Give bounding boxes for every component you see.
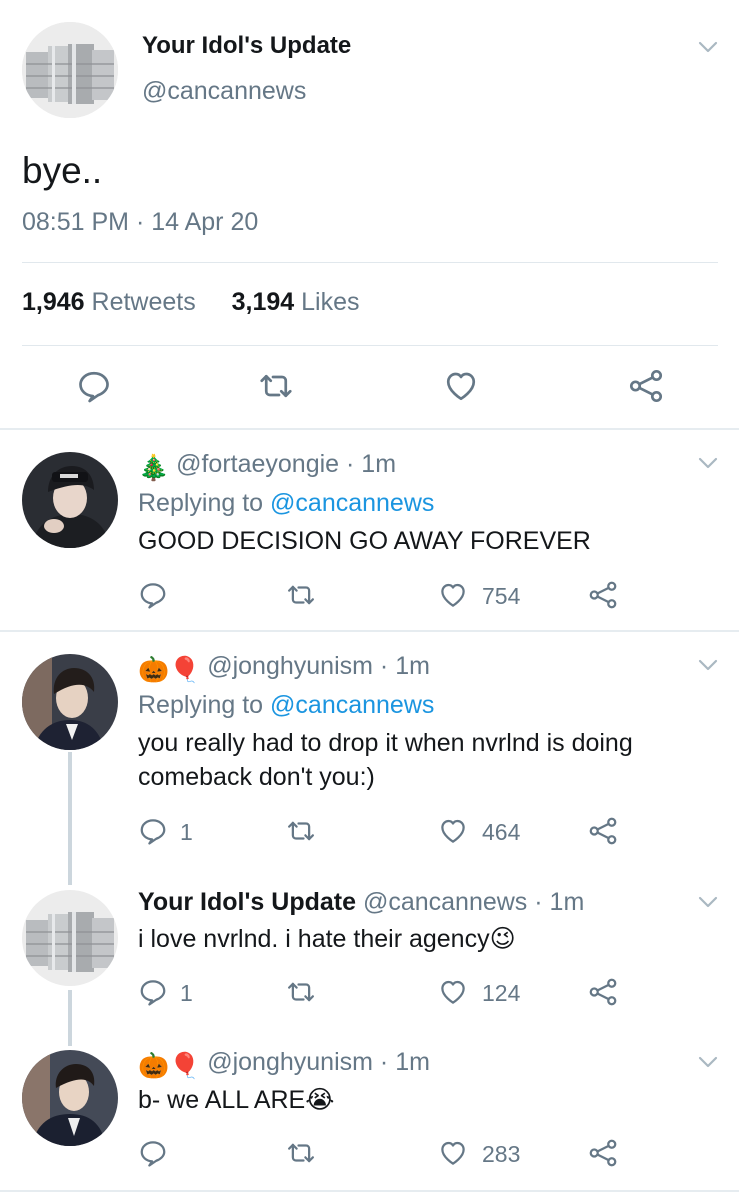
- reply-icon[interactable]: [138, 580, 168, 610]
- avatar[interactable]: [22, 1050, 118, 1146]
- avatar[interactable]: [22, 452, 118, 548]
- avatar[interactable]: [22, 22, 118, 118]
- likes-label[interactable]: Likes: [301, 288, 359, 316]
- thread-line: [68, 990, 72, 1046]
- chevron-down-icon[interactable]: [698, 456, 718, 470]
- retweet-icon[interactable]: [258, 368, 294, 404]
- retweet-icon[interactable]: [286, 1138, 316, 1168]
- handle[interactable]: @jonghyunism: [207, 1048, 373, 1076]
- like-icon[interactable]: [438, 977, 468, 1007]
- tweet-text: GOOD DECISION GO AWAY FOREVER: [138, 527, 591, 555]
- tweet-text-line: comeback don't you:): [138, 763, 375, 791]
- reply-count: 1: [180, 980, 193, 1006]
- timestamp[interactable]: · 1m: [380, 1048, 430, 1076]
- tweet-header: 🎃🎈 @jonghyunism · 1m: [138, 1048, 430, 1081]
- tweet-text: i love nvrlnd. i hate their agency😉: [138, 925, 516, 953]
- like-icon[interactable]: [438, 816, 468, 846]
- like-count: 464: [482, 819, 521, 845]
- tweet-header: Your Idol's Update @cancannews · 1m: [138, 888, 584, 917]
- tweet-text-line: you really had to drop it when nvrlnd is…: [138, 729, 633, 757]
- display-name[interactable]: Your Idol's Update: [138, 888, 356, 916]
- tweet-text: b- we ALL ARE😭: [138, 1086, 335, 1114]
- main-tweet: Your Idol's Update @cancannews bye.. 08:…: [0, 0, 739, 430]
- avatar[interactable]: [22, 654, 118, 750]
- handle[interactable]: @jonghyunism: [207, 652, 373, 680]
- share-icon[interactable]: [588, 1138, 618, 1168]
- handle[interactable]: @fortaeyongie: [176, 450, 339, 478]
- retweet-icon[interactable]: [286, 580, 316, 610]
- timestamp[interactable]: · 1m: [346, 450, 396, 478]
- timestamp[interactable]: · 1m: [534, 888, 584, 916]
- tree-emoji: 🎄: [138, 454, 170, 482]
- display-name[interactable]: Your Idol's Update: [142, 32, 351, 60]
- timestamp[interactable]: · 1m: [380, 652, 430, 680]
- like-count: 283: [482, 1141, 521, 1167]
- divider: [0, 1190, 739, 1192]
- like-count: 124: [482, 980, 521, 1006]
- timestamp[interactable]: 08:51 PM · 14 Apr 20: [22, 208, 258, 237]
- divider: [0, 428, 739, 430]
- tweet-header: 🎃🎈 @jonghyunism · 1m: [138, 652, 430, 685]
- retweets-label[interactable]: Retweets: [92, 288, 196, 316]
- reply-icon[interactable]: [76, 368, 112, 404]
- replying-to: Replying to @cancannews: [138, 489, 434, 518]
- separator: [22, 345, 718, 346]
- retweet-icon[interactable]: [286, 977, 316, 1007]
- likes-count[interactable]: 3,194: [232, 288, 295, 316]
- retweet-icon[interactable]: [286, 816, 316, 846]
- tweet-text: you really had to drop it when nvrlnd is…: [138, 726, 698, 794]
- retweets-count[interactable]: 1,946: [22, 288, 85, 316]
- replying-to: Replying to @cancannews: [138, 691, 434, 720]
- mention-link[interactable]: @cancannews: [270, 489, 434, 517]
- handle[interactable]: @cancannews: [142, 77, 306, 106]
- like-icon[interactable]: [438, 580, 468, 610]
- chevron-down-icon[interactable]: [698, 895, 718, 909]
- handle[interactable]: @cancannews: [363, 888, 527, 916]
- replying-to-label: Replying to: [138, 691, 271, 719]
- share-icon[interactable]: [588, 977, 618, 1007]
- share-icon[interactable]: [628, 368, 664, 404]
- chevron-down-icon[interactable]: [698, 40, 718, 54]
- like-icon[interactable]: [443, 368, 479, 404]
- avatar[interactable]: [22, 890, 118, 986]
- divider: [0, 630, 739, 632]
- like-count: 754: [482, 583, 521, 609]
- chevron-down-icon[interactable]: [698, 658, 718, 672]
- share-icon[interactable]: [588, 816, 618, 846]
- pumpkin-balloon-emoji: 🎃🎈: [138, 656, 201, 684]
- reply-icon[interactable]: [138, 977, 168, 1007]
- replying-to-label: Replying to: [138, 489, 271, 517]
- tweet-header: 🎄 @fortaeyongie · 1m: [138, 450, 396, 483]
- chevron-down-icon[interactable]: [698, 1055, 718, 1069]
- engagement-stats: 1,946 Retweets 3,194 Likes: [22, 288, 360, 317]
- mention-link[interactable]: @cancannews: [270, 691, 434, 719]
- pumpkin-balloon-emoji: 🎃🎈: [138, 1052, 201, 1080]
- reply-icon[interactable]: [138, 1138, 168, 1168]
- reply-count: 1: [180, 819, 193, 845]
- share-icon[interactable]: [588, 580, 618, 610]
- like-icon[interactable]: [438, 1138, 468, 1168]
- separator: [22, 262, 718, 263]
- thread-line: [68, 752, 72, 885]
- tweet-text: bye..: [22, 150, 103, 191]
- reply-icon[interactable]: [138, 816, 168, 846]
